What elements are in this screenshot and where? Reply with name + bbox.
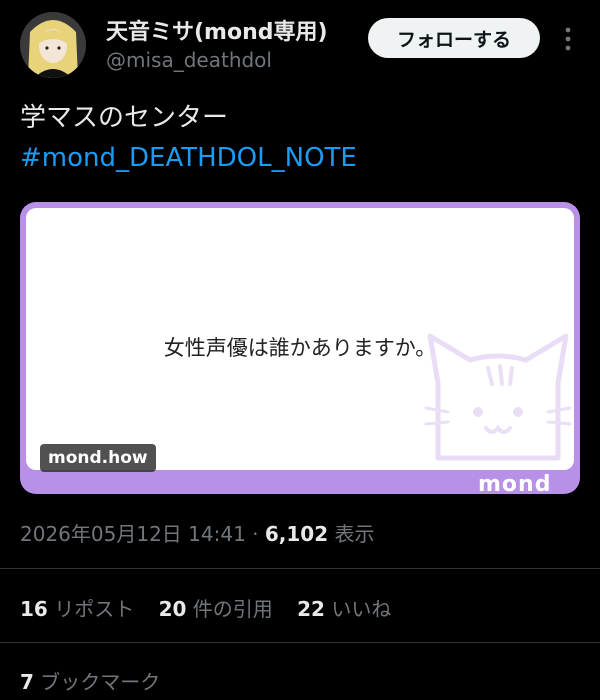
display-name[interactable]: 天音ミサ(mond専用): [106, 14, 328, 46]
bookmarks-stat[interactable]: 7 ブックマーク: [20, 666, 160, 695]
engagement-stats: 16 リポスト 20 件の引用 22 いいね: [20, 593, 409, 622]
quotes-label: 件の引用: [192, 597, 273, 621]
tweet-body: 学マスのセンター #mond_DEATHDOL_NOTE: [20, 98, 357, 178]
mond-logo: mond: [478, 472, 551, 497]
views-label: 表示: [334, 522, 375, 546]
divider: [0, 642, 600, 643]
hashtag-link[interactable]: #mond_DEATHDOL_NOTE: [20, 138, 357, 178]
reposts-count: 16: [20, 597, 48, 621]
divider: [0, 568, 600, 569]
quotes-stat[interactable]: 20 件の引用: [159, 597, 280, 621]
meta-separator: ·: [252, 522, 259, 546]
tweet-meta: 2026年05月12日 14:41 · 6,102 表示: [20, 518, 375, 547]
likes-count: 22: [297, 597, 325, 621]
mond-logo-text: mond: [478, 472, 552, 497]
tweet-text: 学マスのセンター: [20, 103, 229, 133]
card-domain-badge[interactable]: mond.how: [40, 444, 156, 472]
bookmarks-label: ブックマーク: [40, 670, 161, 694]
tweet-datetime[interactable]: 2026年05月12日 14:41: [20, 522, 246, 546]
follow-button[interactable]: フォローする: [368, 18, 540, 58]
reposts-stat[interactable]: 16 リポスト: [20, 597, 141, 621]
likes-stat[interactable]: 22 いいね: [297, 597, 391, 621]
avatar[interactable]: [20, 12, 86, 78]
likes-label: いいね: [331, 597, 392, 621]
quotes-count: 20: [158, 597, 187, 621]
avatar-image: [20, 12, 86, 78]
views-count: 6,102: [264, 522, 329, 546]
bookmarks-count: 7: [20, 670, 34, 694]
reposts-label: リポスト: [54, 597, 135, 621]
more-options-icon[interactable]: [558, 24, 578, 54]
cat-watermark-icon: [424, 333, 572, 461]
card-content: 女性声優は誰かありますか。: [26, 208, 574, 470]
user-handle[interactable]: @misa_deathdol: [106, 48, 272, 72]
